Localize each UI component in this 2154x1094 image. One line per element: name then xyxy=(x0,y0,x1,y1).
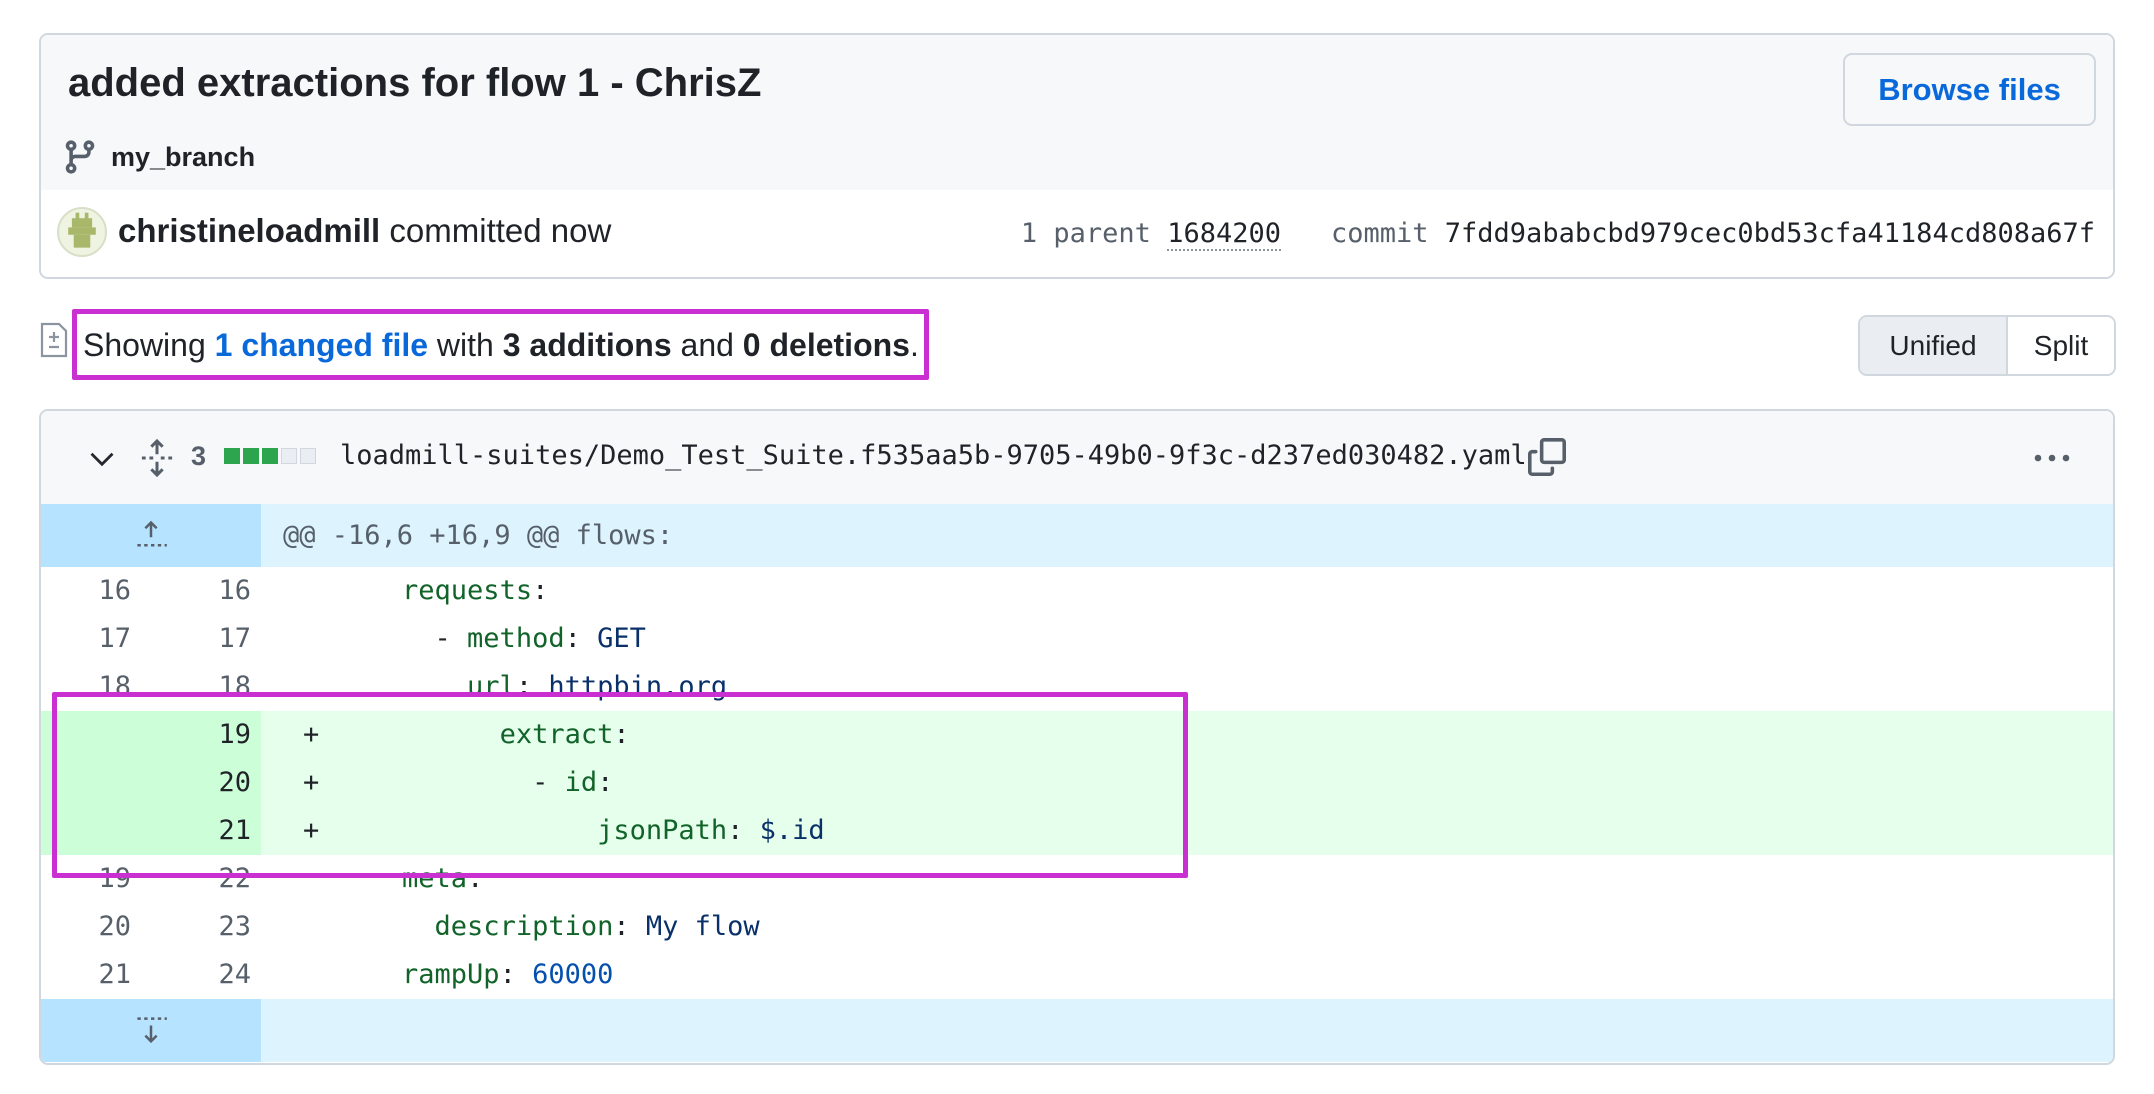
hunk-header: @@ -16,6 +16,9 @@ flows: xyxy=(261,504,2113,567)
branch-name[interactable]: my_branch xyxy=(111,142,255,173)
file-header: 3 loadmill-suites/Demo_Test_Suite.f535aa… xyxy=(41,411,2113,506)
commit-author-row: christineloadmill committed now 1 parent… xyxy=(41,190,2113,277)
diffstat-add-square xyxy=(224,448,240,464)
split-view-button[interactable]: Split xyxy=(2008,317,2114,374)
diffstat-add-square xyxy=(262,448,278,464)
yaml-key: rampUp xyxy=(402,959,500,990)
expand-down-row xyxy=(41,999,2113,1062)
branch-info: my_branch xyxy=(61,132,255,182)
yaml-separator: : xyxy=(532,575,549,606)
new-line-number[interactable]: 24 xyxy=(151,951,251,999)
yaml-separator: : xyxy=(499,959,533,990)
new-line-number[interactable]: 16 xyxy=(151,567,251,615)
commit-title-bar: added extractions for flow 1 - ChrisZ my… xyxy=(41,35,2113,192)
commit-header: added extractions for flow 1 - ChrisZ my… xyxy=(39,33,2115,279)
diff-line-context: 17 17 - method: GET xyxy=(41,615,2113,663)
file-path[interactable]: loadmill-suites/Demo_Test_Suite.f535aa5b… xyxy=(340,440,1527,471)
more-options-icon[interactable] xyxy=(2031,445,2073,471)
copy-icon[interactable] xyxy=(1528,438,1566,476)
old-line-number[interactable]: 20 xyxy=(41,903,131,951)
diffstat-bar xyxy=(224,448,316,464)
old-line-number[interactable]: 21 xyxy=(41,951,131,999)
new-line-number[interactable]: 17 xyxy=(151,615,251,663)
parent-label: 1 parent xyxy=(1020,218,1168,249)
expand-down-button[interactable] xyxy=(41,999,261,1062)
chevron-down-icon[interactable] xyxy=(88,445,116,473)
commit-meta: 1 parent 1684200 commit 7fdd9ababcbd979c… xyxy=(1021,218,2095,251)
unified-view-button[interactable]: Unified xyxy=(1860,317,2008,374)
commit-hash: 7fdd9ababcbd979cec0bd53cfa41184cd808a67f xyxy=(1444,218,2095,249)
code-line: requests: xyxy=(261,567,2113,615)
yaml-key: method xyxy=(467,623,565,654)
git-branch-icon xyxy=(65,140,95,174)
file-change-count: 3 xyxy=(191,441,207,471)
parent-hash-link[interactable]: 1684200 xyxy=(1167,218,1281,251)
expand-all-icon[interactable] xyxy=(140,439,174,477)
code-indent: - xyxy=(337,623,468,654)
yaml-value: 60000 xyxy=(532,959,614,990)
yaml-key: description xyxy=(434,911,614,942)
code-line: - method: GET xyxy=(261,615,2113,663)
diffstat-neutral-square xyxy=(300,448,316,464)
diffstat-add-square xyxy=(243,448,259,464)
yaml-separator: : xyxy=(613,911,646,942)
diff-line-context: 20 23 description: My flow xyxy=(41,903,2113,951)
old-line-number[interactable]: 17 xyxy=(41,615,131,663)
expand-up-icon xyxy=(137,520,167,547)
diff-view-toggle: Unified Split xyxy=(1858,315,2116,376)
diff-line-context: 21 24 rampUp: 60000 xyxy=(41,951,2113,999)
diff-line-context: 16 16 requests: xyxy=(41,567,2113,615)
commit-author-line: christineloadmill committed now xyxy=(118,212,611,250)
code-line: rampUp: 60000 xyxy=(261,951,2113,999)
browse-files-button[interactable]: Browse files xyxy=(1843,53,2096,126)
expand-up-button[interactable] xyxy=(41,504,261,567)
diffstat-neutral-square xyxy=(281,448,297,464)
yaml-value: GET xyxy=(597,623,646,654)
commit-title: added extractions for flow 1 - ChrisZ xyxy=(68,61,762,105)
summary-highlight-annotation xyxy=(72,309,929,380)
new-line-number[interactable]: 23 xyxy=(151,903,251,951)
expand-down-icon xyxy=(137,1017,167,1044)
yaml-key: requests xyxy=(402,575,533,606)
file-diff-icon xyxy=(40,322,68,358)
author-name[interactable]: christineloadmill xyxy=(118,212,380,249)
yaml-value: My flow xyxy=(645,911,760,942)
committed-time: committed now xyxy=(380,212,612,249)
commit-label: commit xyxy=(1330,218,1445,249)
yaml-separator: : xyxy=(564,623,598,654)
old-line-number[interactable]: 16 xyxy=(41,567,131,615)
avatar[interactable] xyxy=(57,207,107,257)
added-lines-highlight-annotation xyxy=(52,692,1188,878)
hunk-header-row: @@ -16,6 +16,9 @@ flows: xyxy=(41,504,2113,567)
code-line: description: My flow xyxy=(261,903,2113,951)
